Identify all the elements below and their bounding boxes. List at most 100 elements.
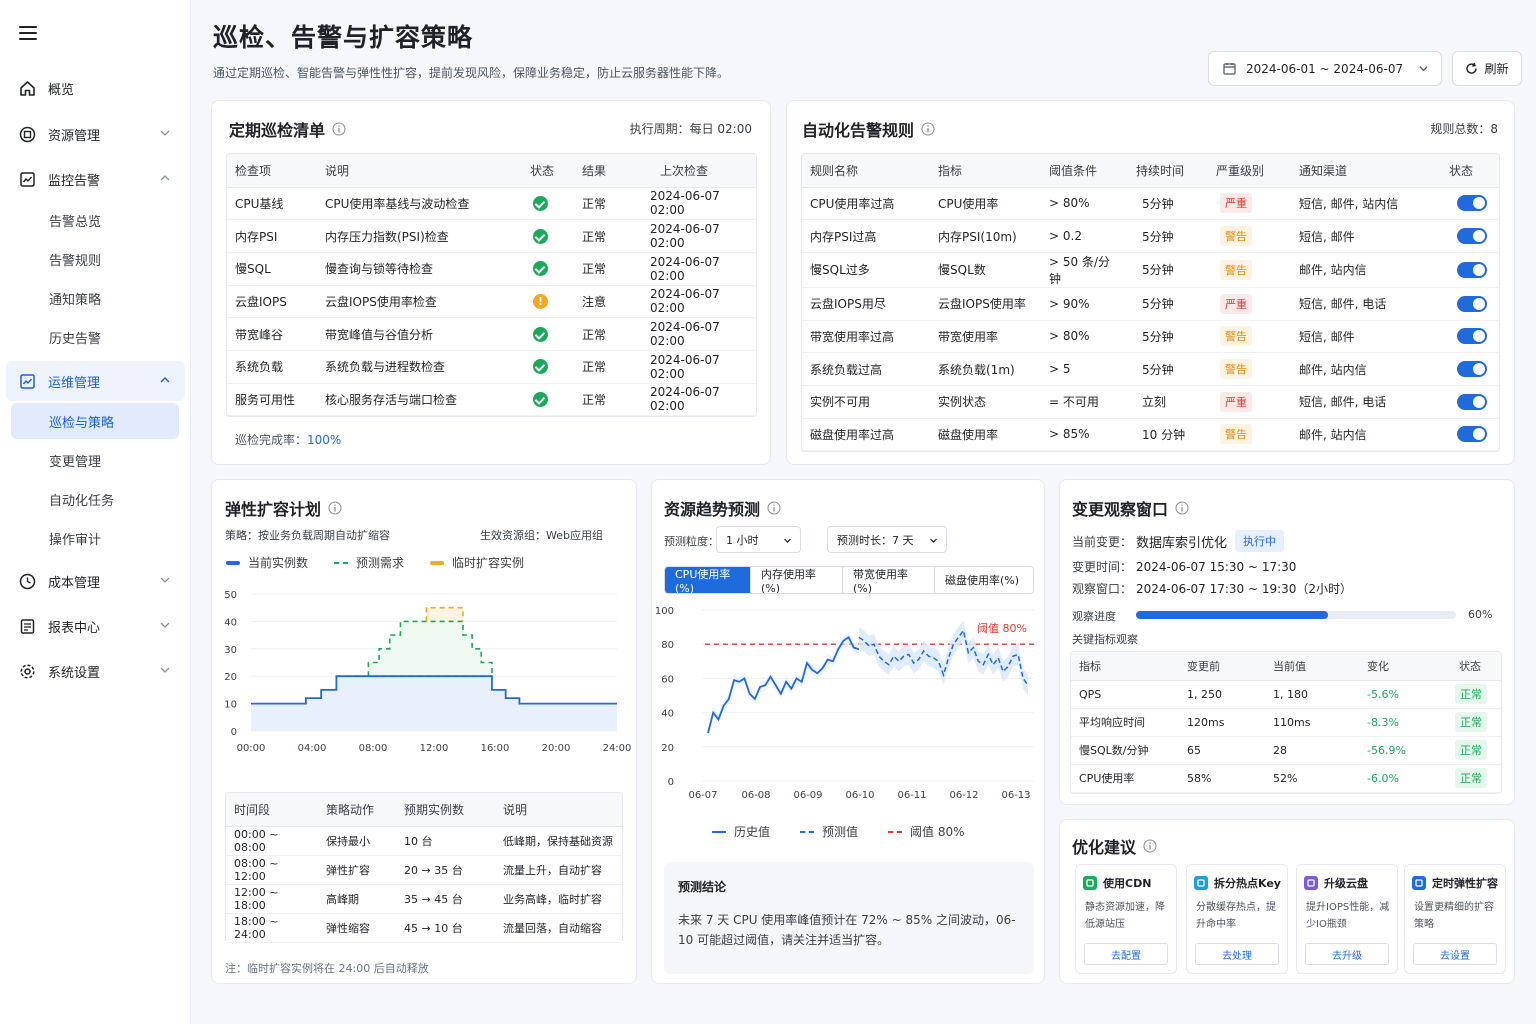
toggle-switch[interactable] (1457, 328, 1487, 345)
rule-name: CPU使用率过高 (802, 187, 930, 221)
info-icon[interactable] (1175, 501, 1189, 515)
x-tick-label: 06-11 (897, 790, 926, 801)
toggle-switch[interactable] (1457, 426, 1487, 443)
sidebar-item-report[interactable]: 报表中心 (0, 606, 191, 646)
table-row: 08:00 ~ 12:00 弹性扩容 20 → 35 台 流量上升，自动扩容 (226, 855, 622, 885)
inspection-status (522, 219, 574, 253)
suggestion-action-button[interactable]: 去配置 (1084, 943, 1168, 965)
sidebar-item-label: 监控告警 (48, 173, 101, 189)
current-change: 当前变更： 数据库索引优化 执行中 (1072, 530, 1285, 552)
inspection-status (522, 317, 574, 351)
scaling-note: 低峰期，保持基础资源 (495, 826, 622, 856)
table-row: 18:00 ~ 24:00 弹性缩容 45 → 10 台 流量回落，自动缩容 (226, 913, 622, 943)
rule-severity: 严重 (1208, 385, 1291, 419)
info-icon[interactable] (767, 501, 781, 515)
suggestion-header: 拆分热点Key (1194, 875, 1281, 891)
monitor-icon (18, 170, 36, 188)
legend-forecast: 预测值 (800, 823, 858, 840)
sidebar-sub-alert-overview[interactable]: 告警总览 (0, 202, 191, 238)
table-row: 平均响应时间 120ms 110ms -8.3% 正常 (1071, 708, 1501, 737)
y-tick-label: 40 (224, 617, 237, 628)
chevron-down-icon (930, 538, 937, 543)
inspection-item: 慢SQL (227, 252, 317, 286)
suggestion-action-button[interactable]: 去处理 (1195, 943, 1279, 965)
rule-channels: 短信, 邮件, 站内信 (1291, 187, 1441, 221)
suggestion-action-button[interactable]: 去升级 (1305, 943, 1389, 965)
table-row: 云盘IOPS用尽 云盘IOPS使用率 > 90% 5分钟 严重 短信, 邮件, … (802, 287, 1499, 321)
info-icon[interactable] (332, 122, 346, 136)
info-icon[interactable] (1143, 839, 1157, 853)
suggestion-icon (1304, 876, 1318, 890)
info-icon[interactable] (921, 122, 935, 136)
chevron-down-icon (160, 667, 170, 673)
refresh-icon (1466, 62, 1478, 74)
toggle-switch[interactable] (1457, 361, 1487, 378)
tab-memory[interactable]: 内存使用率(%) (751, 567, 843, 593)
kpi-metric: CPU使用率 (1071, 764, 1179, 793)
legend-threshold: 阈值 80% (888, 823, 965, 840)
sidebar-item-resource[interactable]: 资源管理 (0, 114, 191, 154)
legend-label: 阈值 80% (910, 825, 965, 839)
table-row: 带宽使用率过高 带宽使用率 > 80% 5分钟 警告 短信, 邮件 (802, 320, 1499, 354)
x-tick-label: 20:00 (542, 743, 571, 754)
inspection-result: 正常 (574, 219, 642, 253)
sidebar-sub-audit[interactable]: 操作审计 (0, 520, 191, 556)
sidebar-item-ops[interactable]: 运维管理 (6, 361, 185, 401)
suggestion-item: 拆分热点Key 分散缓存热点，提升命中率 去处理 (1186, 864, 1288, 974)
sidebar-sub-notify-policy[interactable]: 通知策略 (0, 280, 191, 316)
alert-rules-title-text: 自动化告警规则 (802, 121, 915, 140)
toggle-switch[interactable] (1457, 295, 1487, 312)
sidebar-sub-automation[interactable]: 自动化任务 (0, 481, 191, 517)
scaling-action: 高峰期 (318, 884, 396, 914)
severity-badge: 警告 (1220, 226, 1252, 247)
sidebar-item-label: 巡检与策略 (49, 415, 115, 431)
column-header: 指标 (930, 154, 1041, 188)
inspection-result: 正常 (574, 383, 642, 417)
menu-icon[interactable] (19, 26, 37, 44)
suggestion-title: 拆分热点Key (1214, 877, 1281, 890)
sidebar-sub-alert-rules[interactable]: 告警规则 (0, 241, 191, 277)
info-icon[interactable] (328, 501, 342, 515)
sidebar-item-cost[interactable]: 成本管理 (0, 561, 191, 601)
legend-forecast: 预测需求 (334, 554, 404, 571)
change-time: 变更时间： 2024-06-07 15:30 ~ 17:30 (1072, 558, 1296, 575)
temporary-area (426, 607, 463, 622)
rule-name: 内存PSI过高 (802, 219, 930, 253)
x-tick-label: 08:00 (359, 743, 388, 754)
inspection-status (522, 187, 574, 221)
suggestion-action-button[interactable]: 去设置 (1413, 943, 1497, 965)
y-tick-label: 40 (661, 709, 674, 720)
tab-disk[interactable]: 磁盘使用率(%) (935, 567, 1033, 593)
toggle-switch[interactable] (1457, 228, 1487, 245)
scaling-footnote: 注：临时扩容实例将在 24:00 后自动释放 (225, 962, 429, 975)
sidebar-item-overview[interactable]: 概览 (0, 68, 191, 108)
inspection-result: 正常 (574, 317, 642, 351)
suggestion-desc: 设置更精细的扩容策略 (1414, 902, 1494, 930)
tab-bandwidth[interactable]: 带宽使用率(%) (843, 567, 935, 593)
rule-duration: 5分钟 (1128, 287, 1208, 321)
status-badge: 正常 (1455, 740, 1487, 760)
sidebar-sub-alert-history[interactable]: 历史告警 (0, 319, 191, 355)
kpi-before: 1, 250 (1179, 680, 1265, 709)
sidebar-sub-inspection[interactable]: 巡检与策略 (11, 403, 179, 439)
refresh-button[interactable]: 刷新 (1452, 51, 1522, 86)
sidebar-item-settings[interactable]: 系统设置 (0, 651, 191, 691)
column-header: 说明 (495, 793, 622, 827)
horizon-select[interactable]: 预测时长：7 天 (827, 526, 947, 553)
inspection-result: 正常 (574, 252, 642, 286)
sidebar-item-monitor[interactable]: 监控告警 (0, 159, 191, 199)
tab-cpu[interactable]: CPU使用率(%) (665, 567, 751, 593)
toggle-switch[interactable] (1457, 195, 1487, 212)
toggle-switch[interactable] (1457, 393, 1487, 410)
date-range-picker[interactable]: 2024-06-01 ~ 2024-06-07 (1208, 51, 1442, 86)
column-header: 结果 (574, 154, 642, 188)
clock-icon (18, 572, 36, 590)
suggestion-title: 升级云盘 (1324, 877, 1368, 890)
rule-status (1441, 287, 1499, 321)
granularity-select[interactable]: 1 小时 (716, 526, 801, 553)
chevron-down-icon (160, 577, 170, 583)
inspection-time: 2024-06-07 02:00 (642, 285, 756, 319)
toggle-switch[interactable] (1457, 261, 1487, 278)
sidebar-sub-change[interactable]: 变更管理 (0, 442, 191, 478)
suggestion-item: 升级云盘 提升IOPS性能，减少IO瓶颈 去升级 (1296, 864, 1398, 974)
